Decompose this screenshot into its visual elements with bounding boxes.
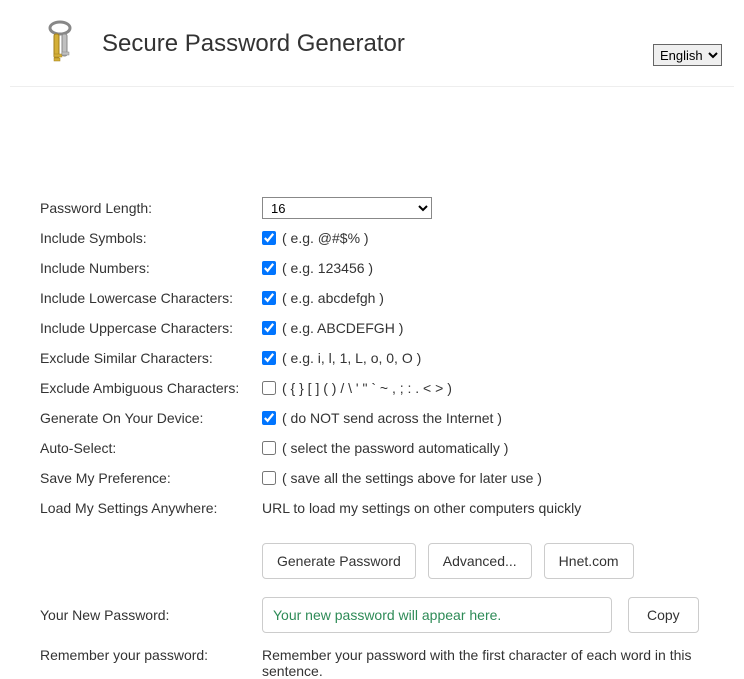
- numbers-checkbox[interactable]: [262, 261, 276, 275]
- hnet-button[interactable]: Hnet.com: [544, 543, 634, 579]
- copy-button[interactable]: Copy: [628, 597, 699, 633]
- autoselect-checkbox[interactable]: [262, 441, 276, 455]
- advanced-button[interactable]: Advanced...: [428, 543, 532, 579]
- savepref-checkbox[interactable]: [262, 471, 276, 485]
- lowercase-checkbox[interactable]: [262, 291, 276, 305]
- password-output[interactable]: [262, 597, 612, 633]
- ambiguous-checkbox[interactable]: [262, 381, 276, 395]
- uppercase-hint: ( e.g. ABCDEFGH ): [282, 320, 403, 336]
- language-select[interactable]: English: [653, 44, 722, 66]
- button-row: Generate Password Advanced... Hnet.com: [262, 543, 724, 579]
- page-title: Secure Password Generator: [102, 30, 405, 58]
- savepref-label: Save My Preference:: [40, 470, 262, 486]
- ondevice-checkbox[interactable]: [262, 411, 276, 425]
- ondevice-label: Generate On Your Device:: [40, 410, 262, 426]
- ambiguous-hint: ( { } [ ] ( ) / \ ' " ` ~ , ; : . < > ): [282, 380, 452, 396]
- newpassword-label: Your New Password:: [40, 607, 262, 623]
- symbols-label: Include Symbols:: [40, 230, 262, 246]
- header: Secure Password Generator English: [10, 0, 734, 87]
- form-area: Password Length: 16 Include Symbols: ( e…: [10, 87, 734, 679]
- loadsettings-text: URL to load my settings on other compute…: [262, 500, 581, 516]
- autoselect-label: Auto-Select:: [40, 440, 262, 456]
- length-label: Password Length:: [40, 200, 262, 216]
- similar-hint: ( e.g. i, l, 1, L, o, 0, O ): [282, 350, 421, 366]
- uppercase-checkbox[interactable]: [262, 321, 276, 335]
- ondevice-hint: ( do NOT send across the Internet ): [282, 410, 502, 426]
- similar-label: Exclude Similar Characters:: [40, 350, 262, 366]
- remember-text: Remember your password with the first ch…: [262, 647, 724, 679]
- keys-icon: [40, 20, 80, 68]
- lowercase-hint: ( e.g. abcdefgh ): [282, 290, 384, 306]
- loadsettings-label: Load My Settings Anywhere:: [40, 500, 262, 516]
- remember-label: Remember your password:: [40, 647, 262, 663]
- lowercase-label: Include Lowercase Characters:: [40, 290, 262, 306]
- symbols-checkbox[interactable]: [262, 231, 276, 245]
- length-select[interactable]: 16: [262, 197, 432, 219]
- generate-button[interactable]: Generate Password: [262, 543, 416, 579]
- symbols-hint: ( e.g. @#$% ): [282, 230, 369, 246]
- uppercase-label: Include Uppercase Characters:: [40, 320, 262, 336]
- numbers-label: Include Numbers:: [40, 260, 262, 276]
- ambiguous-label: Exclude Ambiguous Characters:: [40, 380, 262, 396]
- numbers-hint: ( e.g. 123456 ): [282, 260, 373, 276]
- autoselect-hint: ( select the password automatically ): [282, 440, 508, 456]
- savepref-hint: ( save all the settings above for later …: [282, 470, 542, 486]
- similar-checkbox[interactable]: [262, 351, 276, 365]
